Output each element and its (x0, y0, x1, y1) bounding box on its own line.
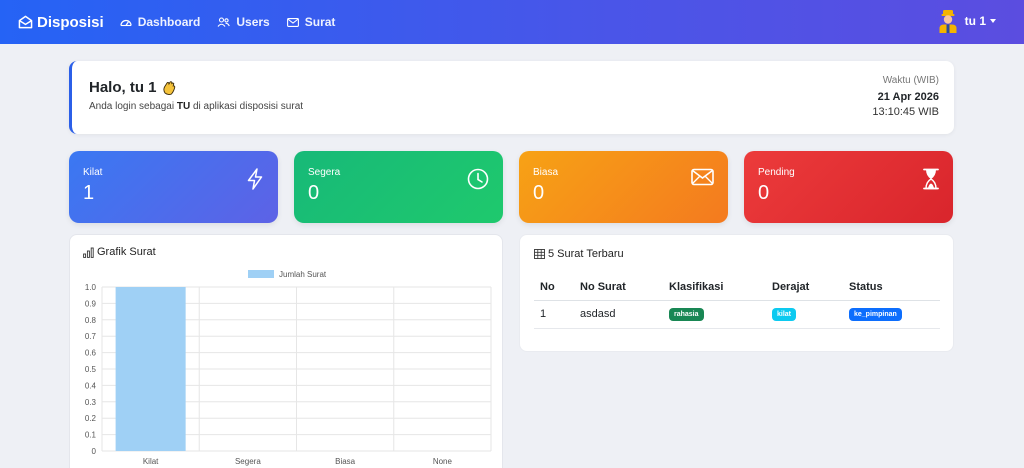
y-tick-label: 1.0 (85, 283, 97, 292)
cell-klasifikasi: rahasia (663, 300, 766, 329)
greeting-title-text: Halo, tu 1 (89, 79, 157, 96)
cell-no-surat: asdasd (574, 300, 663, 329)
col-header-no-surat: No Surat (574, 274, 663, 301)
x-tick-label: Biasa (335, 457, 356, 466)
y-tick-label: 0.6 (85, 349, 97, 358)
envelope-icon (691, 168, 714, 186)
legend-swatch (248, 270, 274, 278)
nav-surat[interactable]: Surat (286, 15, 336, 29)
lightning-icon (247, 168, 263, 190)
stat-card-biasa: Biasa 0 (519, 151, 728, 223)
y-tick-label: 0 (92, 447, 97, 456)
bar-chart-icon (83, 247, 94, 258)
speedometer-icon (120, 19, 132, 27)
hourglass-icon (923, 168, 939, 190)
stat-label: Pending (758, 167, 795, 178)
greeting-subtitle: Anda login sebagai TU di aplikasi dispos… (89, 101, 303, 112)
table-header-row: No No Surat Klasifikasi Derajat Status (534, 274, 940, 301)
chart-card-title-text: Grafik Surat (97, 246, 156, 258)
x-tick-label: Kilat (143, 457, 159, 466)
table-icon (534, 249, 545, 259)
status-badge: ke_pimpinan (849, 308, 902, 321)
x-tick-label: Segera (235, 457, 261, 466)
col-header-derajat: Derajat (766, 274, 843, 301)
cell-no: 1 (534, 300, 574, 329)
stat-label: Biasa (533, 167, 559, 178)
col-header-no: No (534, 274, 574, 301)
greeting-subtitle-suffix: di aplikasi disposisi surat (192, 101, 304, 112)
derajat-badge: kilat (772, 308, 797, 321)
bar-chart: 0 0.1 0.2 0.3 0.4 0.5 0.6 0.7 0.8 0.9 1.0 Kilat Sege… (85, 270, 492, 466)
stat-card-kilat: Kilat 1 (69, 151, 278, 223)
greeting-card: Halo, tu 1 Anda login sebagai TU di apli… (69, 61, 954, 134)
stat-card-pending: Pending 0 (744, 151, 953, 223)
time-clock: 13:10:45 WIB (872, 106, 939, 118)
col-header-status: Status (843, 274, 940, 301)
nav-surat-label: Surat (304, 15, 336, 29)
recent-surat-table: No No Surat Klasifikasi Derajat Status 1… (534, 274, 940, 329)
nav-dashboard[interactable]: Dashboard (120, 15, 201, 29)
y-tick-label: 0.2 (85, 414, 97, 423)
stat-card-segera: Segera 0 (294, 151, 503, 223)
user-menu-dropdown[interactable]: tu 1 (938, 9, 996, 33)
time-date: 21 Apr 2026 (877, 91, 939, 103)
time-label: Waktu (WIB) (882, 75, 939, 86)
waving-hand-icon (162, 80, 175, 95)
bar (115, 287, 186, 451)
greeting-subtitle-prefix: Anda login sebagai (89, 101, 175, 112)
y-tick-label: 0.4 (85, 381, 97, 390)
klasifikasi-badge: rahasia (669, 308, 704, 321)
envelope-open-icon (18, 15, 33, 29)
cell-status: ke_pimpinan (843, 300, 940, 329)
user-name: tu 1 (964, 14, 986, 28)
envelope-icon (286, 17, 299, 27)
user-avatar-icon (939, 10, 957, 33)
greeting-role: TU (176, 101, 191, 112)
brand-label: Disposisi (37, 13, 104, 31)
chart-card-title: Grafik Surat (83, 246, 156, 258)
stat-value: 0 (533, 182, 545, 204)
brand[interactable]: Disposisi (18, 14, 104, 31)
users-icon (217, 17, 231, 27)
legend-label: Jumlah Surat (279, 270, 327, 279)
recent-surat-card: 5 Surat Terbaru No No Surat Klasifikasi … (519, 234, 954, 352)
y-tick-label: 0.3 (85, 398, 97, 407)
y-tick-label: 0.5 (85, 365, 97, 374)
x-tick-label: None (433, 457, 453, 466)
nav-dashboard-label: Dashboard (137, 15, 201, 29)
time-block: Waktu (WIB) 21 Apr 2026 13:10:45 WIB (872, 75, 939, 118)
cell-derajat: kilat (766, 300, 843, 329)
stat-value: 0 (758, 182, 770, 204)
y-tick-label: 0.8 (85, 316, 97, 325)
recent-surat-title: 5 Surat Terbaru (534, 248, 624, 260)
col-header-klasifikasi: Klasifikasi (663, 274, 766, 301)
navbar: Disposisi Dashboard Users Surat tu 1 (0, 0, 1024, 44)
chart-card: 0 0.1 0.2 0.3 0.4 0.5 0.6 0.7 0.8 0.9 1.0 Kilat Sege… (69, 234, 503, 468)
stat-value: 0 (308, 182, 320, 204)
y-tick-label: 0.7 (85, 332, 97, 341)
chevron-down-icon (990, 19, 996, 23)
clock-icon (467, 168, 489, 190)
stat-label: Segera (308, 167, 341, 178)
stat-label: Kilat (83, 167, 103, 178)
y-tick-label: 0.9 (85, 299, 97, 308)
y-tick-label: 0.1 (85, 431, 97, 440)
recent-surat-title-text: 5 Surat Terbaru (548, 248, 624, 260)
stat-value: 1 (83, 182, 95, 204)
greeting-title: Halo, tu 1 (89, 79, 177, 96)
table-row[interactable]: 1 asdasd rahasia kilat ke_pimpinan (534, 300, 940, 329)
nav-users[interactable]: Users (217, 15, 270, 29)
nav-users-label: Users (236, 15, 270, 29)
